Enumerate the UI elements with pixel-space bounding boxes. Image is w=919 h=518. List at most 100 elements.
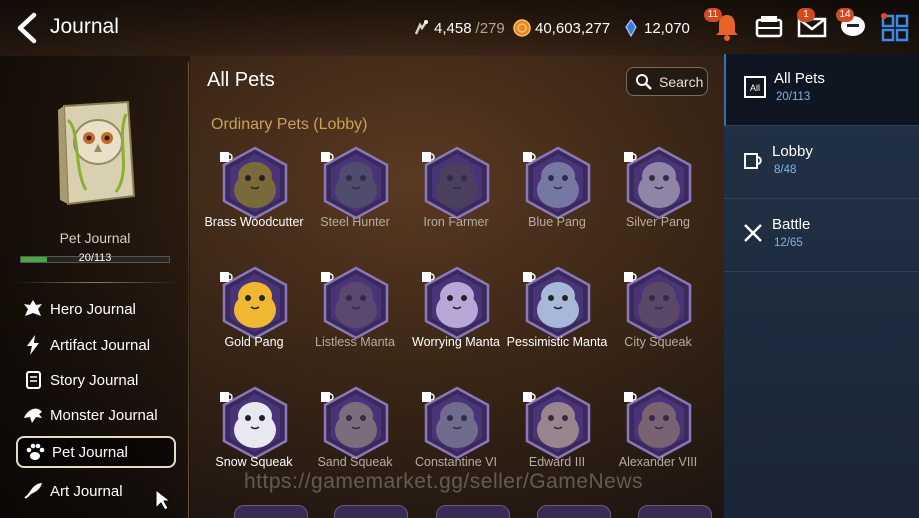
chat-badge: 14 — [836, 8, 854, 22]
pet-card[interactable]: Listless Manta — [305, 266, 405, 376]
notifications-badge: 11 — [704, 8, 722, 22]
mug-icon — [744, 153, 762, 169]
pet-name: Snow Squeak — [215, 455, 293, 469]
search-icon — [636, 73, 652, 90]
tab-label: Lobby — [772, 143, 813, 160]
search-button[interactable]: Search — [626, 67, 708, 96]
menu-artifact-journal[interactable]: Artifact Journal — [16, 329, 176, 361]
shop-icon — [755, 16, 783, 38]
tab-label: Battle — [772, 216, 811, 233]
pet-card-partial[interactable] — [638, 505, 712, 518]
menu-label: Artifact Journal — [50, 336, 151, 354]
collection-progress-text: 20/113 — [78, 252, 112, 264]
swords-icon — [744, 224, 762, 242]
pet-card[interactable]: Steel Hunter — [305, 146, 405, 256]
lobby-mug-icon — [220, 392, 233, 402]
pet-name: Alexander VIII — [618, 455, 698, 469]
stamina-counter[interactable]: 4,458/279 — [412, 17, 505, 39]
menu-button[interactable] — [878, 10, 912, 44]
all-icon-text: All — [750, 83, 760, 93]
lobby-mug-icon — [422, 152, 435, 162]
menu-art-journal[interactable]: Art Journal — [16, 475, 176, 507]
stamina-value: 4,458 — [434, 19, 472, 37]
page-title: Journal — [50, 15, 119, 38]
back-arrow-icon[interactable] — [14, 12, 42, 44]
tab-all-pets[interactable]: All All Pets 20/113 — [724, 54, 919, 126]
menu-pet-journal[interactable]: Pet Journal — [16, 436, 176, 468]
menu-monster-journal[interactable]: Monster Journal — [16, 399, 176, 431]
search-label: Search — [659, 73, 704, 90]
lobby-mug-icon — [624, 272, 637, 282]
pet-name: Sand Squeak — [317, 455, 393, 469]
sidebar-divider — [188, 62, 189, 518]
lobby-mug-icon — [624, 392, 637, 402]
story-icon — [26, 371, 41, 389]
pet-name: City Squeak — [624, 335, 692, 349]
all-icon: All — [744, 76, 766, 98]
menu-story-journal[interactable]: Story Journal — [16, 364, 176, 396]
menu-label: Story Journal — [50, 371, 139, 389]
notifications-button[interactable]: 11 — [704, 8, 744, 44]
monster-icon — [24, 408, 42, 423]
menu-label: Monster Journal — [50, 406, 158, 424]
pet-card[interactable]: Pessimistic Manta — [507, 266, 607, 376]
lobby-mug-icon — [422, 392, 435, 402]
tab-battle[interactable]: Battle 12/65 — [724, 200, 919, 272]
gold-coin-icon — [513, 19, 531, 37]
stamina-max: /279 — [475, 19, 505, 37]
sidebar-separator — [14, 282, 178, 283]
pet-name: Gold Pang — [224, 335, 284, 349]
tab-count: 20/113 — [776, 91, 811, 103]
pet-name: Steel Hunter — [320, 215, 390, 229]
lobby-mug-icon — [624, 152, 637, 162]
pet-card[interactable]: Iron Farmer — [406, 146, 506, 256]
lobby-mug-icon — [220, 272, 233, 282]
pet-journal-book-image — [58, 100, 136, 206]
pet-card[interactable]: Silver Pang — [608, 146, 708, 256]
artifact-icon — [27, 335, 39, 355]
pet-card[interactable]: Gold Pang — [204, 266, 304, 376]
lobby-mug-icon — [523, 392, 536, 402]
lobby-mug-icon — [321, 272, 334, 282]
pet-name: Silver Pang — [626, 215, 690, 229]
pet-card[interactable]: City Squeak — [608, 266, 708, 376]
main-title: All Pets — [207, 69, 275, 91]
gold-counter[interactable]: 40,603,277 — [513, 17, 610, 39]
pet-name: Blue Pang — [528, 215, 586, 229]
lobby-mug-icon — [422, 272, 435, 282]
pet-card[interactable]: Blue Pang — [507, 146, 607, 256]
tab-count: 12/65 — [774, 237, 803, 249]
shop-button[interactable] — [752, 10, 786, 44]
pet-card-partial[interactable] — [334, 505, 408, 518]
lobby-mug-icon — [321, 392, 334, 402]
pet-name: Listless Manta — [315, 335, 395, 349]
paw-icon — [26, 443, 45, 460]
pet-card[interactable]: Brass Woodcutter — [204, 146, 304, 256]
mouse-cursor-icon — [155, 488, 172, 511]
menu-label: Hero Journal — [50, 300, 136, 318]
pet-name: Brass Woodcutter — [204, 215, 304, 229]
art-icon — [24, 483, 42, 499]
lobby-mug-icon — [220, 152, 233, 162]
crystal-value: 12,070 — [644, 19, 690, 37]
gold-value: 40,603,277 — [535, 19, 611, 37]
pet-name: Iron Farmer — [423, 215, 489, 229]
pet-card-partial[interactable] — [537, 505, 611, 518]
pet-name: Constantine VI — [415, 455, 497, 469]
crystal-counter[interactable]: 12,070 — [622, 17, 690, 39]
pet-name: Worrying Manta — [412, 335, 500, 349]
lobby-mug-icon — [523, 152, 536, 162]
menu-label: Pet Journal — [52, 443, 128, 461]
pet-card-partial[interactable] — [436, 505, 510, 518]
tab-lobby[interactable]: Lobby 8/48 — [724, 127, 919, 199]
mail-button[interactable]: 1 — [795, 8, 829, 44]
menu-hero-journal[interactable]: Hero Journal — [16, 293, 176, 325]
pet-card[interactable]: Worrying Manta — [406, 266, 506, 376]
chat-button[interactable]: 14 — [836, 8, 870, 44]
pet-card-partial[interactable] — [234, 505, 308, 518]
tab-label: All Pets — [774, 70, 825, 87]
hero-icon — [24, 300, 42, 316]
lobby-mug-icon — [321, 152, 334, 162]
grid-menu-icon — [881, 13, 909, 42]
top-bar: Journal 4,458/279 40,603,277 12,070 11 1… — [0, 0, 919, 56]
